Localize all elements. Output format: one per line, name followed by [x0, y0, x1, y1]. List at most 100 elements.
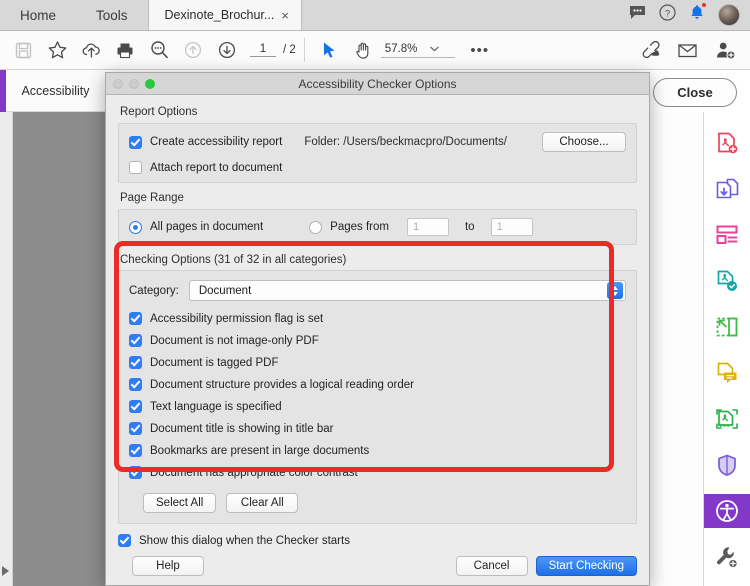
- help-button[interactable]: Help: [132, 556, 204, 576]
- checking-option-checkbox[interactable]: [129, 422, 142, 435]
- protect-icon[interactable]: [704, 448, 750, 482]
- show-dialog-label: Show this dialog when the Checker starts: [139, 534, 350, 547]
- save-icon[interactable]: [6, 33, 40, 67]
- category-stepper-icon[interactable]: [607, 282, 623, 299]
- all-pages-radio[interactable]: [129, 220, 142, 234]
- choose-folder-button[interactable]: Choose...: [542, 132, 626, 152]
- search-icon[interactable]: [142, 33, 176, 67]
- hand-tool-icon[interactable]: [347, 33, 381, 67]
- organize-pages-icon[interactable]: [704, 218, 750, 252]
- comment-icon[interactable]: [629, 5, 646, 25]
- checking-option-row: Document title is showing in title bar: [129, 422, 626, 435]
- attach-report-checkbox[interactable]: [129, 161, 142, 174]
- checking-option-row: Accessibility permission flag is set: [129, 312, 626, 325]
- star-icon[interactable]: [40, 33, 74, 67]
- tab-document[interactable]: Dexinote_Brochur... ×: [147, 0, 302, 30]
- category-select[interactable]: Document: [188, 280, 626, 301]
- checking-option-checkbox[interactable]: [129, 356, 142, 369]
- dialog-action-buttons: Help Cancel Start Checking: [118, 556, 637, 576]
- acrobat-window: Home Tools Dexinote_Brochur... × ? 1 / 2…: [0, 0, 750, 586]
- checking-options-header: Checking Options (31 of 32 in all catego…: [120, 254, 347, 266]
- create-pdf-icon[interactable]: [704, 126, 750, 160]
- share-link-icon[interactable]: [632, 33, 666, 67]
- clear-all-button[interactable]: Clear All: [226, 493, 299, 513]
- pages-to-input[interactable]: 1: [490, 218, 533, 236]
- upload-cloud-icon[interactable]: [74, 33, 108, 67]
- accessibility-checker-options-dialog: Accessibility Checker Options Report Opt…: [105, 72, 650, 586]
- close-tab-icon[interactable]: ×: [281, 9, 289, 22]
- tab-bar-filler: [301, 0, 623, 30]
- report-options-label: Report Options: [120, 106, 198, 118]
- previous-page-icon[interactable]: [176, 33, 210, 67]
- left-collapse-rail[interactable]: [0, 112, 13, 586]
- checking-option-row: Document has appropriate color contrast: [129, 466, 626, 479]
- create-report-checkbox[interactable]: [129, 135, 142, 149]
- export-pdf-icon[interactable]: [704, 172, 750, 206]
- close-button[interactable]: Close: [653, 78, 737, 107]
- window-tab-bar: Home Tools Dexinote_Brochur... × ?: [0, 0, 750, 31]
- account-avatar[interactable]: [718, 4, 740, 26]
- comment-tool-icon[interactable]: [704, 356, 750, 390]
- create-report-label: Create accessibility report: [150, 136, 283, 148]
- crop-pages-icon[interactable]: [704, 310, 750, 344]
- select-all-button[interactable]: Select All: [143, 493, 217, 513]
- help-icon[interactable]: ?: [659, 4, 676, 26]
- checking-option-checkbox[interactable]: [129, 400, 142, 413]
- category-select-value: Document: [198, 284, 252, 297]
- pages-from-radio[interactable]: [309, 220, 323, 234]
- checking-option-label: Bookmarks are present in large documents: [150, 444, 370, 457]
- page-navigation: 1 / 2: [250, 43, 296, 57]
- checking-option-checkbox[interactable]: [129, 334, 142, 347]
- toolbar-divider: [303, 38, 305, 62]
- tab-tools[interactable]: Tools: [76, 0, 148, 30]
- more-tools-button[interactable]: •••: [463, 33, 497, 67]
- edit-pdf-icon[interactable]: [704, 264, 750, 298]
- pages-to-label: to: [464, 221, 475, 233]
- close-window-icon[interactable]: [113, 79, 123, 89]
- checking-option-row: Bookmarks are present in large documents: [129, 444, 626, 457]
- checking-option-label: Document is not image-only PDF: [150, 334, 319, 347]
- tab-tools-label: Tools: [96, 7, 128, 23]
- tab-document-label: Dexinote_Brochur...: [164, 8, 275, 22]
- page-total-label: / 2: [283, 44, 296, 56]
- accessibility-panel-tab-label: Accessibility: [21, 83, 90, 98]
- print-icon[interactable]: [108, 33, 142, 67]
- next-page-icon[interactable]: [210, 33, 244, 67]
- start-checking-button[interactable]: Start Checking: [535, 556, 637, 576]
- checking-option-label: Document has appropriate color contrast: [150, 466, 358, 479]
- checking-option-checkbox[interactable]: [129, 312, 142, 325]
- dialog-title-bar: Accessibility Checker Options: [106, 73, 649, 95]
- cancel-button[interactable]: Cancel: [455, 556, 528, 576]
- accessibility-panel-tab[interactable]: Accessibility: [6, 70, 105, 112]
- checking-option-checkbox[interactable]: [129, 444, 142, 457]
- checking-option-checkbox[interactable]: [129, 378, 142, 391]
- select-cursor-icon[interactable]: [313, 33, 347, 67]
- tools-wrench-icon[interactable]: [704, 540, 750, 574]
- report-folder-path: Folder: /Users/beckmacpro/Documents/: [304, 136, 507, 148]
- checking-option-label: Text language is specified: [150, 400, 282, 413]
- notifications-bell-icon[interactable]: [689, 2, 707, 26]
- add-person-icon[interactable]: [708, 33, 742, 67]
- chevron-up-icon: [612, 285, 618, 290]
- svg-text:?: ?: [665, 8, 670, 19]
- checking-option-checkbox[interactable]: [129, 466, 142, 479]
- current-page-input[interactable]: 1: [250, 43, 276, 57]
- checking-option-label: Document structure provides a logical re…: [150, 378, 414, 391]
- accessibility-icon[interactable]: [703, 494, 750, 528]
- zoom-level-control[interactable]: 57.8%: [380, 42, 455, 58]
- tools-rail: [703, 112, 750, 586]
- dialog-body: Report Options Create accessibility repo…: [106, 95, 649, 576]
- tab-home[interactable]: Home: [0, 0, 77, 30]
- minimize-window-icon[interactable]: [129, 79, 139, 89]
- scan-ocr-icon[interactable]: [704, 402, 750, 436]
- pages-from-input[interactable]: 1: [406, 218, 449, 236]
- expand-panel-arrow-icon[interactable]: [2, 566, 9, 576]
- maximize-window-icon[interactable]: [145, 79, 155, 89]
- show-dialog-checkbox[interactable]: [118, 534, 131, 547]
- more-tools-label: •••: [470, 41, 490, 59]
- dialog-title: Accessibility Checker Options: [298, 76, 457, 91]
- page-range-label: Page Range: [120, 192, 184, 204]
- show-dialog-row: Show this dialog when the Checker starts: [118, 534, 637, 547]
- zoom-level-value: 57.8%: [384, 42, 418, 55]
- email-icon[interactable]: [670, 33, 704, 67]
